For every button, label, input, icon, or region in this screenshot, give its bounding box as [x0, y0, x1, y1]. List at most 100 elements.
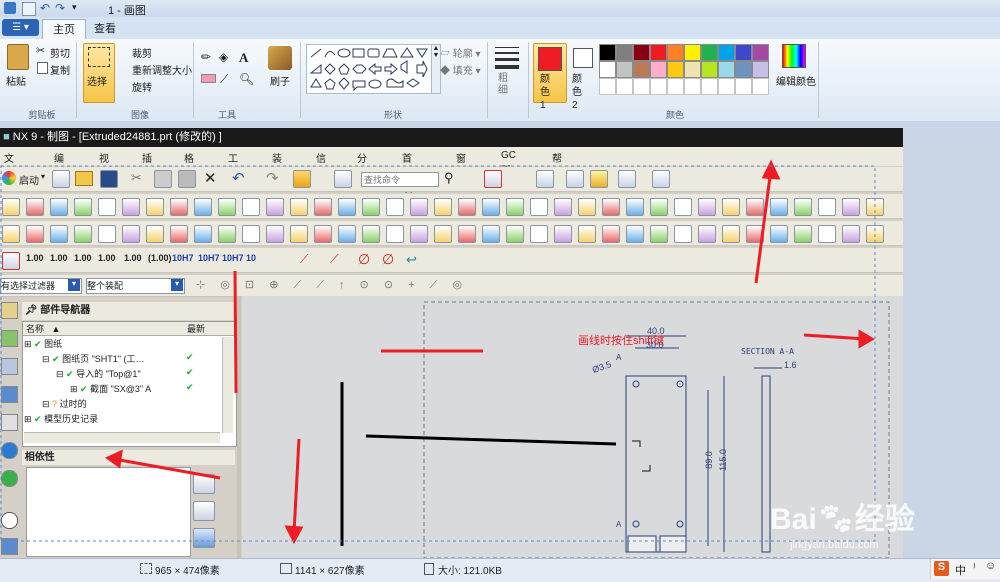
- file-menu-button[interactable]: ☰ ▾: [2, 19, 39, 36]
- palette-swatch[interactable]: [735, 61, 752, 78]
- outline-label: 轮廓: [452, 49, 473, 60]
- palette-swatch[interactable]: [701, 61, 718, 78]
- rotate-button[interactable]: 旋转: [132, 79, 152, 94]
- punctuation-icon: ⁾: [973, 562, 976, 574]
- tools-group-label: 工具: [217, 110, 236, 120]
- palette-swatch[interactable]: [684, 61, 701, 78]
- tools-grid: ✏ ◈ A ⟋ 🔍︎: [201, 50, 259, 92]
- palette-swatch[interactable]: [599, 61, 616, 78]
- palette-swatch[interactable]: [667, 44, 684, 61]
- palette-swatch[interactable]: [735, 44, 752, 61]
- paint-title-bar: [0, 0, 1000, 17]
- paste-icon[interactable]: [7, 44, 29, 70]
- edit-colors-button[interactable]: 编辑颜色: [776, 73, 816, 88]
- color-picker-icon[interactable]: ⟋: [220, 72, 228, 87]
- palette-swatch[interactable]: [616, 61, 633, 78]
- crop-button[interactable]: 裁剪: [132, 45, 152, 60]
- magnifier-icon[interactable]: 🔍︎: [239, 72, 254, 86]
- custom-color-slot[interactable]: [684, 78, 701, 95]
- outline-button[interactable]: ▱ 轮廓 ▾: [440, 45, 481, 60]
- palette-swatch[interactable]: [718, 44, 735, 61]
- custom-color-slot[interactable]: [701, 78, 718, 95]
- watermark-brand-2: 经验: [854, 503, 915, 536]
- brush-button[interactable]: 刷子: [270, 73, 290, 88]
- custom-color-slot[interactable]: [752, 78, 769, 95]
- quick-access-dropdown-icon[interactable]: ▾: [72, 2, 77, 13]
- ime-settings-icon: ☺: [985, 560, 997, 572]
- red-arrows: [0, 159, 876, 545]
- watermark-url: jingyan.baidu.com: [790, 539, 879, 551]
- undo-icon[interactable]: ↶: [40, 1, 50, 15]
- ribbon-tab-bar: [0, 17, 1000, 40]
- line-size-button[interactable]: 粗细: [498, 73, 510, 97]
- palette-swatch[interactable]: [718, 61, 735, 78]
- palette-swatch[interactable]: [752, 61, 769, 78]
- group-divider: [818, 42, 819, 118]
- palette: [599, 44, 779, 95]
- palette-swatch[interactable]: [701, 44, 718, 61]
- palette-swatch[interactable]: [650, 44, 667, 61]
- group-divider: [487, 42, 488, 118]
- palette-swatch[interactable]: [684, 44, 701, 61]
- arrow-down: [292, 438, 301, 534]
- group-divider: [528, 42, 529, 118]
- custom-color-slot[interactable]: [633, 78, 650, 95]
- paste-button[interactable]: 粘贴: [6, 73, 26, 88]
- palette-swatch[interactable]: [633, 61, 650, 78]
- fill-label: 填充: [452, 66, 473, 77]
- paint-window-title: 1 - 画图: [108, 5, 146, 17]
- cut-button[interactable]: 剪切: [50, 45, 70, 60]
- shape-icons: [309, 47, 428, 92]
- palette-swatch[interactable]: [599, 44, 616, 61]
- pencil-icon[interactable]: ✏: [201, 50, 211, 64]
- group-divider: [300, 42, 301, 118]
- custom-color-slot[interactable]: [650, 78, 667, 95]
- ime-tray[interactable]: S 中 ⁾ ☺: [930, 559, 1000, 579]
- group-divider: [193, 42, 194, 118]
- select-icon: [88, 47, 110, 67]
- custom-color-slot[interactable]: [718, 78, 735, 95]
- brush-icon[interactable]: [268, 46, 292, 70]
- color1-swatch: [538, 47, 562, 71]
- arrow-up: [754, 168, 773, 284]
- tab-view[interactable]: 查看: [84, 19, 126, 39]
- palette-swatch[interactable]: [616, 44, 633, 61]
- group-divider: [76, 42, 77, 118]
- custom-color-slot[interactable]: [599, 78, 616, 95]
- baidu-watermark: Bai🐾︎经验: [770, 494, 915, 538]
- clipboard-group-label: 剪贴板: [28, 110, 56, 120]
- palette-swatch[interactable]: [667, 61, 684, 78]
- eraser-icon[interactable]: [201, 74, 216, 83]
- arrow-right: [803, 333, 867, 341]
- line-size-icon: [495, 47, 519, 69]
- redo-icon[interactable]: ↷: [55, 1, 65, 15]
- sogou-icon: S: [934, 561, 949, 576]
- palette-swatch[interactable]: [633, 44, 650, 61]
- select-label: 选择: [87, 77, 107, 88]
- shapes-gallery[interactable]: [306, 44, 433, 94]
- canvas-size-icon: [280, 563, 292, 574]
- save-icon[interactable]: [22, 2, 36, 16]
- input-mode: 中: [955, 565, 966, 577]
- watermark-brand: Bai: [770, 503, 817, 536]
- canvas-size: 1141 × 627像素: [295, 566, 365, 577]
- resize-button[interactable]: 重新调整大小: [132, 62, 192, 77]
- red-vertical-bar: [233, 270, 238, 394]
- palette-swatch[interactable]: [650, 61, 667, 78]
- custom-color-slot[interactable]: [735, 78, 752, 95]
- color1-label: 颜色 1: [540, 74, 550, 111]
- tab-home[interactable]: 主页: [42, 19, 86, 40]
- fill-icon[interactable]: ◈: [219, 50, 228, 64]
- text-icon[interactable]: A: [239, 50, 248, 66]
- selection-size-icon: [140, 563, 152, 574]
- palette-swatch[interactable]: [752, 44, 769, 61]
- fill-button[interactable]: ◆ 填充 ▾: [440, 62, 481, 77]
- custom-color-slot[interactable]: [616, 78, 633, 95]
- edit-colors-icon[interactable]: [782, 44, 806, 68]
- color2-label[interactable]: 颜色 2: [572, 73, 584, 112]
- custom-color-slot[interactable]: [667, 78, 684, 95]
- arrow-left-head: [105, 449, 123, 469]
- copy-button[interactable]: 复制: [50, 62, 70, 77]
- arrow-left: [113, 457, 221, 480]
- color2-swatch[interactable]: [573, 48, 593, 68]
